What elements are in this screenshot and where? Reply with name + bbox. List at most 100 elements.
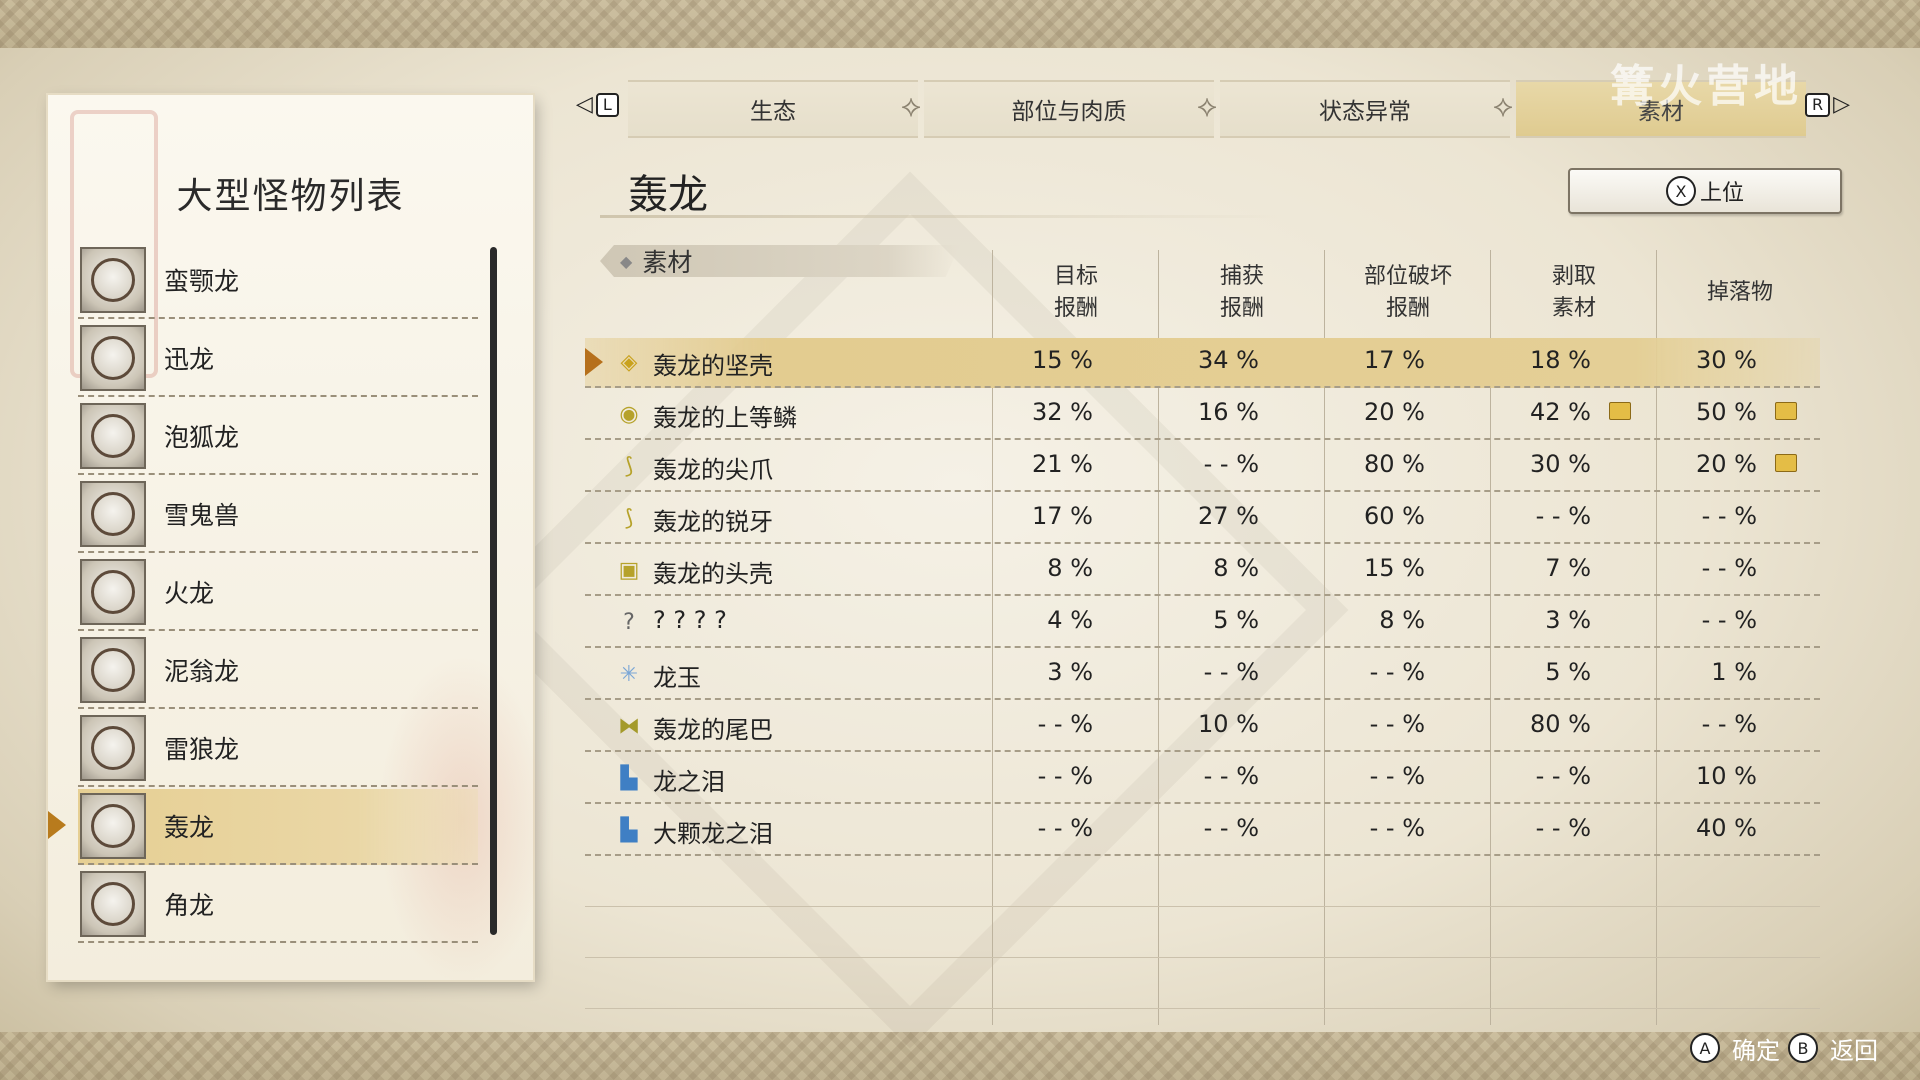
r-key-icon: R <box>1805 92 1831 117</box>
rate-cell: - - % <box>1701 554 1757 582</box>
rate-cell: - - % <box>1535 814 1591 842</box>
monster-list-item[interactable]: 雪鬼兽 <box>78 477 478 553</box>
monster-list-item[interactable]: 迅龙 <box>78 321 478 397</box>
rate-cell: 80 % <box>1364 450 1425 478</box>
rate-cell: 30 % <box>1696 346 1757 374</box>
rate-cell: 15 % <box>1364 554 1425 582</box>
item-name: 轰龙的锐牙 <box>653 508 773 536</box>
table-row[interactable]: ✳ 龙玉 3 % - - % - - % 5 % 1 % <box>585 650 1820 700</box>
rate-cell: 4 % <box>1047 606 1093 634</box>
monster-name: 火龙 <box>164 579 215 608</box>
table-row[interactable]: ⟆ 轰龙的锐牙 17 % 27 % 60 % - - % - - % <box>585 494 1820 544</box>
monster-name: 雷狼龙 <box>164 735 240 764</box>
rate-cell: 7 % <box>1545 554 1591 582</box>
monster-glyph <box>91 882 135 926</box>
monster-portrait-icon <box>80 871 146 937</box>
monster-portrait-icon <box>80 793 146 859</box>
rate-cell: 8 % <box>1047 554 1093 582</box>
rate-cell: - - % <box>1203 762 1259 790</box>
footer-controls: A 确定 B 返回 <box>1690 1030 1878 1066</box>
rate-cell: 10 % <box>1696 762 1757 790</box>
table-row[interactable]: ◉ 轰龙的上等鳞 32 % 16 % 20 % 42 % 50 % <box>585 390 1820 440</box>
rate-cell: - - % <box>1037 814 1093 842</box>
rate-cell: 16 % <box>1198 398 1259 426</box>
rate-cell: 21 % <box>1032 450 1093 478</box>
monster-name: 角龙 <box>164 891 215 920</box>
table-row[interactable]: ⧓ 轰龙的尾巴 - - % 10 % - - % 80 % - - % <box>585 702 1820 752</box>
empty-row <box>585 909 1820 958</box>
monster-list-item[interactable]: 雷狼龙 <box>78 711 478 787</box>
item-name: 轰龙的头壳 <box>653 560 773 588</box>
rate-cell: 42 % <box>1530 398 1591 426</box>
monster-glyph <box>91 258 135 302</box>
tab-parts[interactable]: 部位与肉质 <box>924 80 1214 138</box>
rate-cell: - - % <box>1369 814 1425 842</box>
monster-list-item[interactable]: 角龙 <box>78 867 478 943</box>
monster-list-item[interactable]: 泥翁龙 <box>78 633 478 709</box>
table-row[interactable]: ? ? ? ? ? 4 % 5 % 8 % 3 % - - % <box>585 598 1820 648</box>
monster-glyph <box>91 648 135 692</box>
column-header-break: 部位破坏 报酬 <box>1363 264 1452 321</box>
table-row[interactable]: ◈ 轰龙的坚壳 15 % 34 % 17 % 18 % 30 % <box>585 338 1820 388</box>
rate-cell: - - % <box>1203 450 1259 478</box>
rate-cell: - - % <box>1701 710 1757 738</box>
monster-list-item[interactable]: 蛮颚龙 <box>78 243 478 319</box>
rate-cell: 18 % <box>1530 346 1591 374</box>
monster-title: 轰龙 <box>628 172 708 218</box>
rate-cell: 32 % <box>1032 398 1093 426</box>
rate-cell: - - % <box>1701 502 1757 530</box>
tab-status[interactable]: 状态异常 <box>1220 80 1510 138</box>
monster-portrait-icon <box>80 481 146 547</box>
monster-portrait-icon <box>80 325 146 391</box>
monster-glyph <box>91 336 135 380</box>
tab-next-button[interactable]: R ▷ <box>1802 92 1850 117</box>
tab-ecology[interactable]: 生态 <box>628 80 918 138</box>
b-button-icon: B <box>1788 1033 1818 1063</box>
tab-prev-button[interactable]: ◁ L <box>576 92 622 117</box>
tail-icon: ⧓ <box>618 713 640 739</box>
unknown-icon: ? <box>623 609 635 635</box>
monster-list-item[interactable]: 轰龙 <box>48 789 478 865</box>
rate-cell: - - % <box>1701 606 1757 634</box>
monster-portrait-icon <box>80 403 146 469</box>
rate-cell: 20 % <box>1364 398 1425 426</box>
top-decor-band <box>0 0 1920 48</box>
confirm-label[interactable]: 确定 <box>1732 1031 1780 1066</box>
monster-list-scrollbar[interactable] <box>490 247 497 935</box>
rate-cell: 20 % <box>1696 450 1757 478</box>
monster-name: 轰龙 <box>164 813 215 842</box>
monster-glyph <box>91 804 135 848</box>
rank-toggle-button[interactable]: X 上位 <box>1568 168 1842 214</box>
table-row[interactable]: ▙ 龙之泪 - - % - - % - - % - - % 10 % <box>585 754 1820 804</box>
column-header-target: 目标 报酬 <box>1053 264 1098 321</box>
rate-cell: 5 % <box>1213 606 1259 634</box>
rate-cell: 3 % <box>1545 606 1591 634</box>
rate-cell: 17 % <box>1364 346 1425 374</box>
rate-cell: 60 % <box>1364 502 1425 530</box>
rate-cell: 40 % <box>1696 814 1757 842</box>
monster-list-item[interactable]: 火龙 <box>78 555 478 631</box>
back-label[interactable]: 返回 <box>1830 1031 1878 1066</box>
table-row[interactable]: ▙ 大颗龙之泪 - - % - - % - - % - - % 40 % <box>585 806 1820 856</box>
rate-cell: - - % <box>1203 814 1259 842</box>
table-row[interactable]: ▣ 轰龙的头壳 8 % 8 % 15 % 7 % - - % <box>585 546 1820 596</box>
rate-cell: 8 % <box>1213 554 1259 582</box>
item-name: ? ? ? ? <box>653 606 727 634</box>
monster-list-title: 大型怪物列表 <box>176 176 405 217</box>
rate-cell: 27 % <box>1198 502 1259 530</box>
empty-row <box>585 858 1820 907</box>
item-name: 轰龙的尖爪 <box>653 456 773 484</box>
rate-cell: - - % <box>1535 502 1591 530</box>
monster-name: 雪鬼兽 <box>164 501 240 530</box>
monster-name: 泡狐龙 <box>164 423 240 452</box>
scale-icon: ◉ <box>619 401 639 427</box>
rate-cell: 1 % <box>1711 658 1757 686</box>
monster-name: 泥翁龙 <box>164 657 240 686</box>
extra-reward-icon <box>1775 402 1797 420</box>
x-button-icon: X <box>1665 176 1696 206</box>
item-name: 轰龙的上等鳞 <box>653 404 797 432</box>
head-shell-icon: ▣ <box>618 557 640 583</box>
monster-list-item[interactable]: 泡狐龙 <box>78 399 478 475</box>
table-row[interactable]: ⟆ 轰龙的尖爪 21 % - - % 80 % 30 % 20 % <box>585 442 1820 492</box>
tear-icon: ▙ <box>620 817 638 843</box>
